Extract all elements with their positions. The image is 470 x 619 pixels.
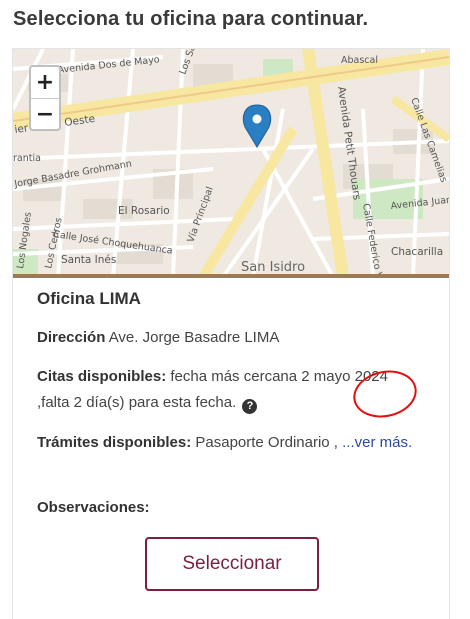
office-name: Oficina LIMA [37,289,141,308]
address-value: Ave. Jorge Basadre LIMA [108,329,280,346]
tramites-label: Trámites disponibles: [37,434,192,451]
zoom-in-button[interactable]: + [31,67,59,98]
address-label: Dirección [37,329,106,346]
observaciones-field: Observaciones: [37,495,417,521]
zoom-out-button[interactable]: − [31,98,59,130]
tramites-field: Trámites disponibles: Pasaporte Ordinari… [37,430,417,456]
observaciones-label: Observaciones: [37,499,150,516]
map-label-san-isidro: San Isidro [241,260,305,275]
map-label-chacarilla: Chacarilla [391,246,443,258]
map-label-santa-ines: Santa Inés [61,254,116,266]
map-tiles: Avenida Dos de Mayo Los Sauces Abascal i… [13,49,449,277]
zoom-control: + − [29,65,61,131]
tramites-value: Pasaporte Ordinario , [195,434,338,451]
office-card: Avenida Dos de Mayo Los Sauces Abascal i… [12,48,450,619]
help-icon[interactable]: ? [242,399,258,414]
select-office-button[interactable]: Seleccionar [145,537,319,591]
office-map[interactable]: Avenida Dos de Mayo Los Sauces Abascal i… [13,49,449,277]
map-label-rantia: rantia [13,153,41,164]
map-label-abascal: Abascal [341,55,378,66]
map-label-el-rosario: El Rosario [118,205,170,217]
ver-mas-link[interactable]: ...ver más. [342,434,412,451]
citas-label: Citas disponibles: [37,368,167,385]
page-title: Selecciona tu oficina para continuar. [13,8,369,30]
address-field: Dirección Ave. Jorge Basadre LIMA [37,325,417,351]
map-divider [13,274,449,278]
